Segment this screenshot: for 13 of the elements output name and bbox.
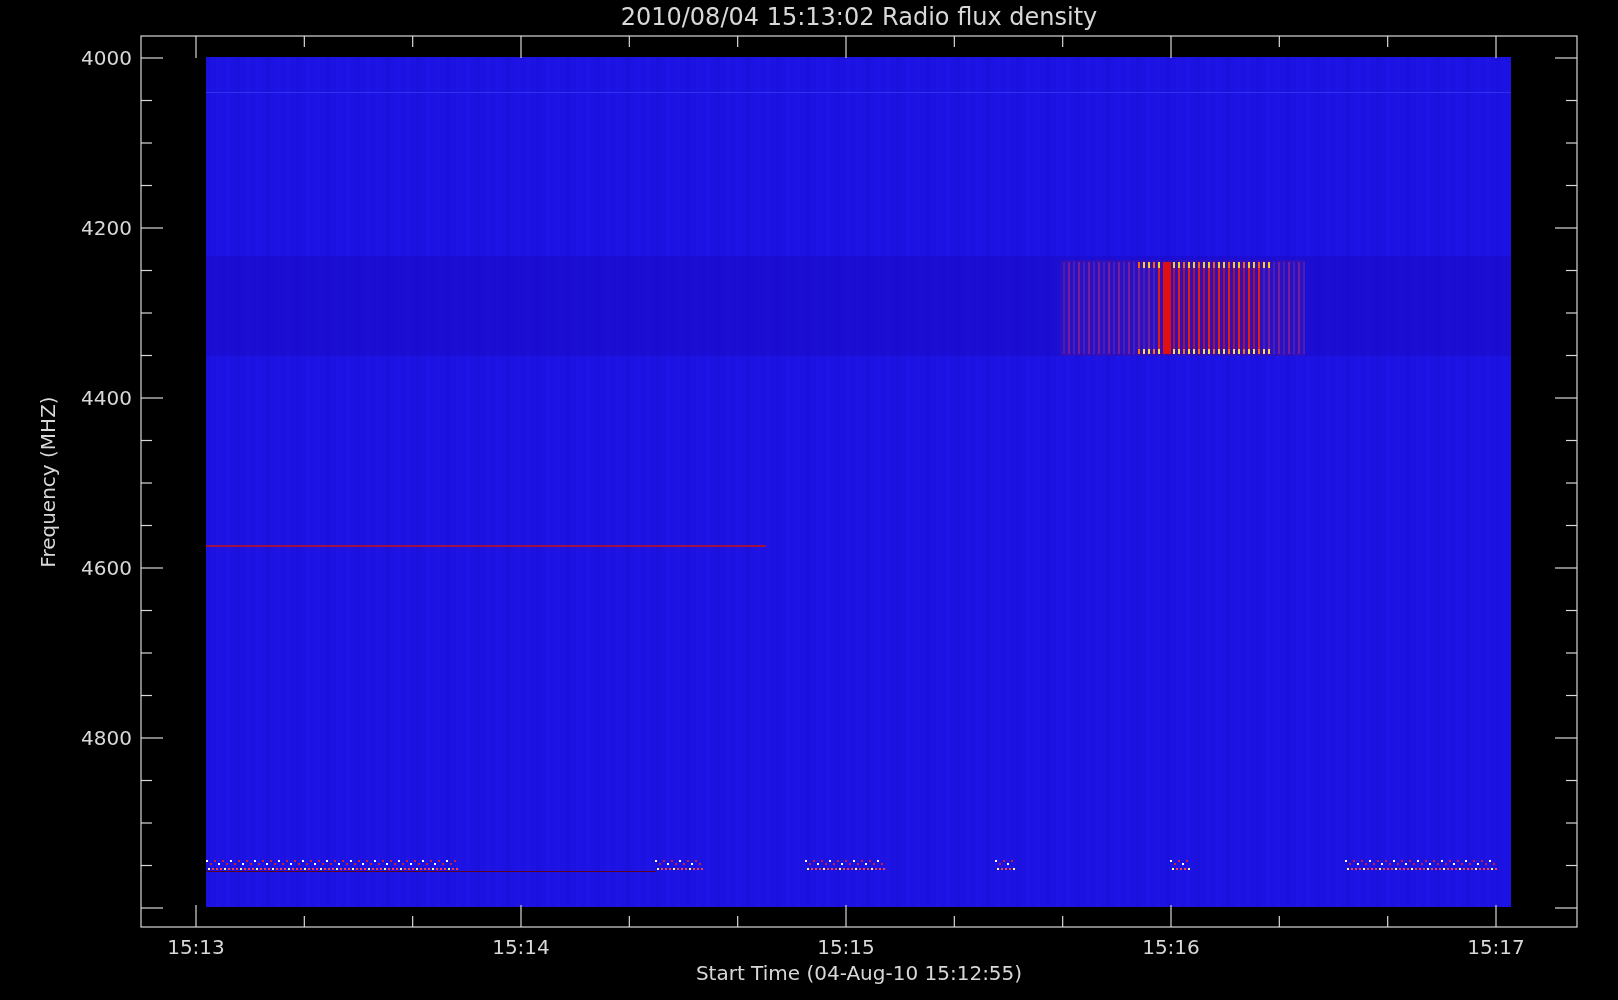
y-tick-label: 4000 bbox=[81, 46, 132, 70]
x-tick-label: 15:17 bbox=[1467, 935, 1525, 959]
y-tick-label: 4200 bbox=[81, 216, 132, 240]
y-axis-label: Frequency (MHZ) bbox=[36, 396, 60, 568]
y-tick-label: 4800 bbox=[81, 726, 132, 750]
chart-title: 2010/08/04 15:13:02 Radio flux density bbox=[620, 3, 1098, 31]
x-axis-label: Start Time (04-Aug-10 15:12:55) bbox=[695, 961, 1023, 985]
x-tick-label: 15:13 bbox=[167, 935, 225, 959]
y-tick-label: 4400 bbox=[81, 386, 132, 410]
y-tick-label: 4600 bbox=[81, 556, 132, 580]
x-tick-label: 15:16 bbox=[1142, 935, 1200, 959]
x-tick-label: 15:14 bbox=[492, 935, 550, 959]
x-tick-label: 15:15 bbox=[817, 935, 875, 959]
